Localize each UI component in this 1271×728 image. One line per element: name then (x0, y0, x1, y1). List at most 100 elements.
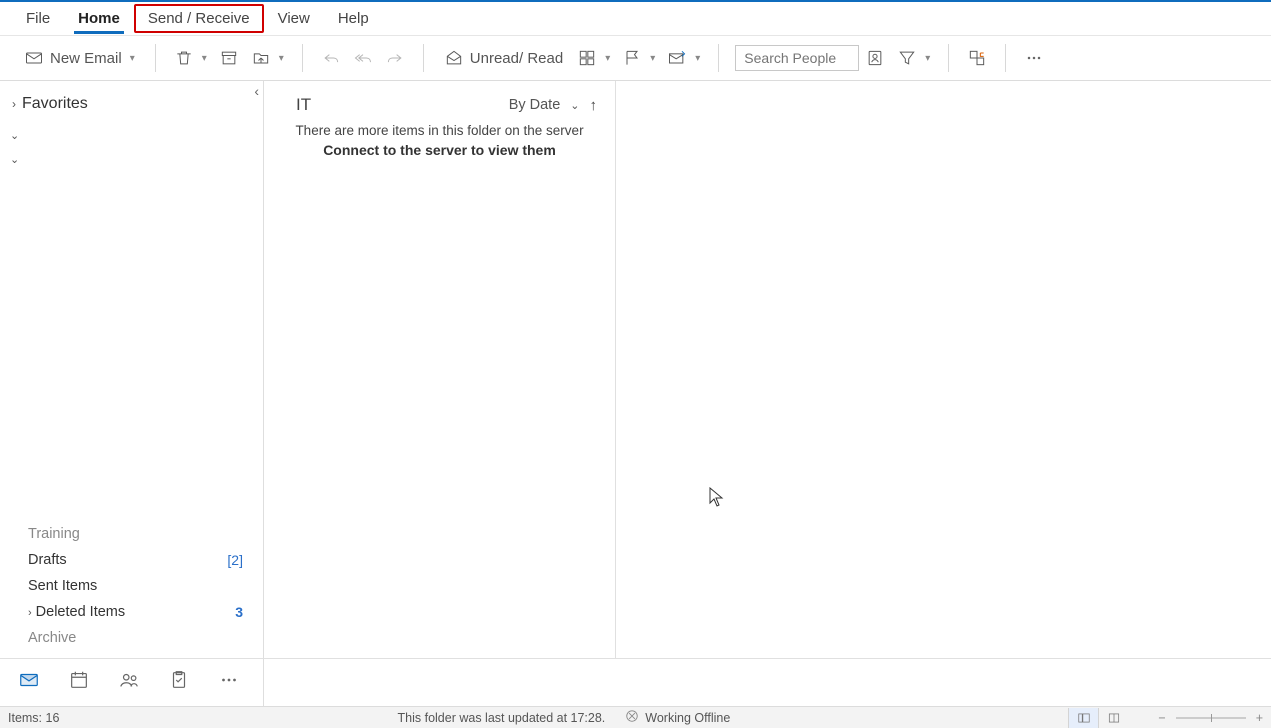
dropdown-caret-icon: ▾ (605, 53, 610, 64)
people-nav-icon[interactable] (118, 669, 140, 696)
tab-send-receive[interactable]: Send / Receive (134, 4, 264, 33)
new-email-button[interactable]: New Email ▾ (16, 44, 143, 72)
mailbox-label (25, 151, 29, 167)
tasks-nav-icon[interactable] (168, 669, 190, 696)
view-normal-button[interactable] (1068, 708, 1098, 728)
favorites-header[interactable]: › Favorites (0, 81, 263, 123)
zoom-control[interactable]: − + (1158, 711, 1263, 725)
zoom-in-icon[interactable]: + (1256, 711, 1263, 725)
dropdown-caret-icon: ▾ (130, 53, 135, 64)
reply-all-button[interactable] (347, 44, 379, 72)
folder-training[interactable]: Training (24, 521, 247, 547)
folder-title: IT (296, 95, 311, 115)
status-bar: Items: 16 This folder was last updated a… (0, 706, 1271, 728)
envelope-open-icon (444, 48, 464, 68)
folder-tree-hidden-area (0, 171, 263, 521)
reading-pane (616, 81, 1271, 658)
navigation-pane: ‹ › Favorites ⌄ ⌄ Training Drafts [2] Se… (0, 81, 264, 658)
tab-view[interactable]: View (264, 4, 324, 33)
search-people-input[interactable] (735, 45, 859, 71)
mailbox-tree-item-1[interactable]: ⌄ (0, 123, 263, 147)
folder-drafts[interactable]: Drafts [2] (24, 547, 247, 573)
addins-button[interactable] (961, 44, 993, 72)
folder-label: Training (28, 526, 80, 542)
main-content: ‹ › Favorites ⌄ ⌄ Training Drafts [2] Se… (0, 81, 1271, 658)
separator (718, 44, 719, 72)
ribbon-tabs: File Home Send / Receive View Help (0, 2, 1271, 36)
separator (302, 44, 303, 72)
chevron-right-icon: › (28, 607, 32, 619)
delete-button[interactable]: ▾ (168, 44, 213, 72)
separator (948, 44, 949, 72)
filter-icon (897, 48, 917, 68)
separator (423, 44, 424, 72)
folder-list: Training Drafts [2] Sent Items › Deleted … (0, 521, 263, 651)
status-last-updated: This folder was last updated at 17:28. (398, 711, 606, 725)
dropdown-caret-icon: ▾ (695, 53, 700, 64)
ribbon-toolbar: New Email ▾ ▾ ▾ (0, 36, 1271, 81)
more-commands-button[interactable] (1018, 44, 1050, 72)
sort-label: By Date (509, 97, 561, 113)
bottom-nav-row (0, 658, 1271, 706)
tab-home[interactable]: Home (64, 4, 134, 33)
move-folder-icon (251, 48, 271, 68)
deleted-count: 3 (235, 604, 243, 620)
unread-read-button[interactable]: Unread/ Read (436, 44, 571, 72)
folder-label: Sent Items (28, 578, 97, 594)
tab-help[interactable]: Help (324, 4, 383, 33)
mailbox-tree-item-2[interactable]: ⌄ (0, 147, 263, 171)
more-nav-icon[interactable] (218, 669, 240, 696)
server-message-line1: There are more items in this folder on t… (295, 123, 583, 138)
status-connection: Working Offline (625, 709, 730, 726)
dropdown-caret-icon: ▾ (650, 53, 655, 64)
folder-label: Archive (28, 630, 76, 646)
follow-up-button[interactable]: ▾ (616, 44, 661, 72)
address-book-icon (865, 48, 885, 68)
address-book-button[interactable] (859, 44, 891, 72)
separator (155, 44, 156, 72)
move-button[interactable]: ▾ (245, 44, 290, 72)
folder-archive[interactable]: Archive (24, 625, 247, 651)
reply-all-icon (353, 48, 373, 68)
server-message-line2[interactable]: Connect to the server to view them (284, 142, 595, 158)
dropdown-caret-icon: ▾ (925, 53, 930, 64)
chevron-down-icon: ⌄ (570, 99, 579, 112)
categorize-icon (577, 48, 597, 68)
trash-icon (174, 48, 194, 68)
chevron-right-icon: › (12, 97, 16, 111)
forward-icon (385, 48, 405, 68)
status-item-count: Items: 16 (8, 711, 59, 725)
filter-email-button[interactable]: ▾ (891, 44, 936, 72)
reply-icon (321, 48, 341, 68)
categorize-button[interactable]: ▾ (571, 44, 616, 72)
zoom-slider[interactable] (1176, 717, 1246, 719)
folder-label: Deleted Items (36, 604, 125, 620)
send-receive-folders-button[interactable]: ▾ (661, 44, 706, 72)
archive-icon (219, 48, 239, 68)
calendar-nav-icon[interactable] (68, 669, 90, 696)
message-list-pane: IT By Date ⌄ ↑ There are more items in t… (264, 81, 616, 658)
collapse-nav-button[interactable]: ‹ (254, 83, 259, 99)
chevron-down-icon: ⌄ (10, 153, 19, 166)
ellipsis-icon (1024, 48, 1044, 68)
folder-label: Drafts (28, 552, 67, 568)
zoom-out-icon[interactable]: − (1158, 711, 1165, 725)
tab-file[interactable]: File (12, 4, 64, 33)
mail-nav-icon[interactable] (18, 669, 40, 696)
flag-icon (622, 48, 642, 68)
unread-read-label: Unread/ Read (470, 50, 563, 67)
forward-button[interactable] (379, 44, 411, 72)
view-reading-button[interactable] (1098, 708, 1128, 728)
sort-control[interactable]: By Date ⌄ ↑ (509, 97, 597, 114)
mailbox-label (25, 127, 29, 143)
addins-icon (967, 48, 987, 68)
reply-button[interactable] (315, 44, 347, 72)
chevron-down-icon: ⌄ (10, 129, 19, 142)
folder-sent-items[interactable]: Sent Items (24, 573, 247, 599)
folder-deleted-items[interactable]: › Deleted Items 3 (24, 599, 247, 625)
archive-button[interactable] (213, 44, 245, 72)
message-list-header: IT By Date ⌄ ↑ (264, 81, 615, 123)
mail-icon (24, 48, 44, 68)
sort-ascending-icon[interactable]: ↑ (590, 97, 598, 114)
sync-mailbox-icon (667, 48, 687, 68)
